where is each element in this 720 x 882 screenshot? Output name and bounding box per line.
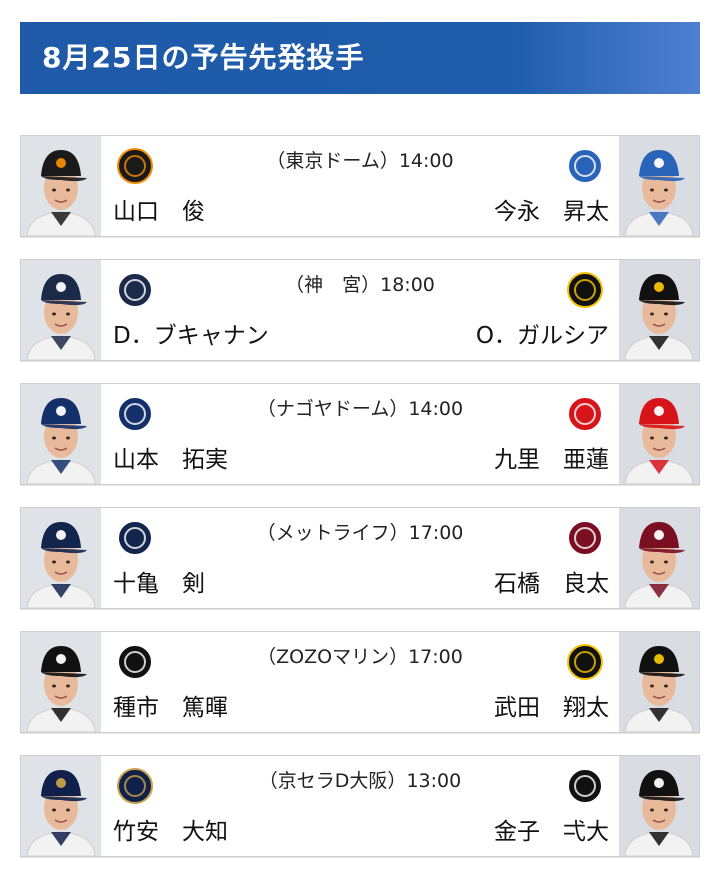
venue-time: （ナゴヤドーム）14:00: [121, 394, 599, 421]
home-pitcher-name[interactable]: 竹安 大知: [113, 812, 228, 846]
venue-label: （京セラD大阪）: [258, 770, 407, 792]
venue-time: （東京ドーム）14:00: [121, 146, 599, 173]
venue-label: （神 宮）: [285, 274, 381, 296]
venue-label: （ナゴヤドーム）: [256, 398, 409, 420]
home-pitcher-name[interactable]: 十亀 剣: [113, 564, 205, 598]
start-time: 18:00: [380, 274, 435, 296]
home-pitcher-photo[interactable]: [21, 260, 101, 360]
venue-time: （ZOZOマリン）17:00: [121, 642, 599, 669]
pitcher-headshot-icon: [21, 384, 101, 484]
pitcher-headshot-icon: [619, 136, 699, 236]
away-team-logo: [563, 146, 607, 186]
game-card[interactable]: （メットライフ）17:00 十亀 剣 石橋 良太: [20, 507, 700, 609]
baystars-logo-icon: [567, 148, 603, 184]
pitcher-headshot-icon: [21, 632, 101, 732]
away-team-logo: [563, 394, 607, 434]
page-title: 8月25日の予告先発投手: [42, 41, 365, 74]
pitcher-headshot-icon: [21, 756, 101, 856]
eagles-logo-icon: [567, 520, 603, 556]
start-time: 17:00: [408, 646, 463, 668]
away-pitcher-name[interactable]: 今永 昇太: [494, 192, 609, 226]
start-time: 14:00: [408, 398, 464, 420]
venue-label: （ZOZOマリン）: [257, 646, 409, 668]
home-pitcher-photo[interactable]: [21, 756, 101, 856]
venue-time: （メットライフ）17:00: [121, 518, 599, 545]
away-pitcher-photo[interactable]: [619, 260, 699, 360]
home-pitcher-photo[interactable]: [21, 632, 101, 732]
away-pitcher-name[interactable]: 石橋 良太: [494, 564, 609, 598]
fighters-logo-icon: [567, 768, 603, 804]
home-pitcher-name[interactable]: 山本 拓実: [113, 440, 228, 474]
away-pitcher-name[interactable]: 金子 弌大: [494, 812, 609, 846]
away-team-logo: [563, 270, 607, 310]
away-team-logo: [563, 518, 607, 558]
away-pitcher-photo[interactable]: [619, 508, 699, 608]
tigers-logo-icon: [567, 272, 603, 308]
start-time: 14:00: [398, 150, 454, 172]
home-pitcher-name[interactable]: 山口 俊: [113, 192, 205, 226]
venue-label: （東京ドーム）: [266, 150, 399, 172]
game-card[interactable]: （ZOZOマリン）17:00 種市 篤暉 武田 翔太: [20, 631, 700, 733]
pitcher-headshot-icon: [619, 384, 699, 484]
start-time: 17:00: [408, 522, 464, 544]
home-pitcher-name[interactable]: D．ブキャナン: [113, 316, 269, 350]
home-pitcher-photo[interactable]: [21, 136, 101, 236]
home-pitcher-photo[interactable]: [21, 384, 101, 484]
away-team-logo: [563, 766, 607, 806]
game-card[interactable]: （神 宮）18:00 D．ブキャナン O．ガルシア: [20, 259, 700, 361]
away-pitcher-photo[interactable]: [619, 384, 699, 484]
carp-logo-icon: [567, 396, 603, 432]
pitcher-headshot-icon: [21, 260, 101, 360]
away-pitcher-name[interactable]: 九里 亜蓮: [494, 440, 609, 474]
away-team-logo: [563, 642, 607, 682]
pitcher-headshot-icon: [21, 508, 101, 608]
game-card[interactable]: （ナゴヤドーム）14:00 山本 拓実 九里 亜蓮: [20, 383, 700, 485]
pitcher-headshot-icon: [619, 508, 699, 608]
venue-label: （メットライフ）: [256, 522, 409, 544]
away-pitcher-photo[interactable]: [619, 632, 699, 732]
pitcher-headshot-icon: [619, 632, 699, 732]
game-card[interactable]: （東京ドーム）14:00 山口 俊 今永 昇太: [20, 135, 700, 237]
venue-time: （神 宮）18:00: [121, 270, 599, 297]
hawks-logo-icon: [567, 644, 603, 680]
away-pitcher-photo[interactable]: [619, 756, 699, 856]
venue-time: （京セラD大阪）13:00: [121, 766, 599, 793]
away-pitcher-photo[interactable]: [619, 136, 699, 236]
page-header: 8月25日の予告先発投手: [20, 22, 700, 94]
home-pitcher-name[interactable]: 種市 篤暉: [113, 688, 228, 722]
pitcher-headshot-icon: [21, 136, 101, 236]
start-time: 13:00: [406, 770, 462, 792]
away-pitcher-name[interactable]: 武田 翔太: [494, 688, 609, 722]
game-card[interactable]: （京セラD大阪）13:00 竹安 大知 金子 弌大: [20, 755, 700, 857]
pitcher-headshot-icon: [619, 756, 699, 856]
pitcher-headshot-icon: [619, 260, 699, 360]
home-pitcher-photo[interactable]: [21, 508, 101, 608]
away-pitcher-name[interactable]: O．ガルシア: [476, 316, 609, 350]
